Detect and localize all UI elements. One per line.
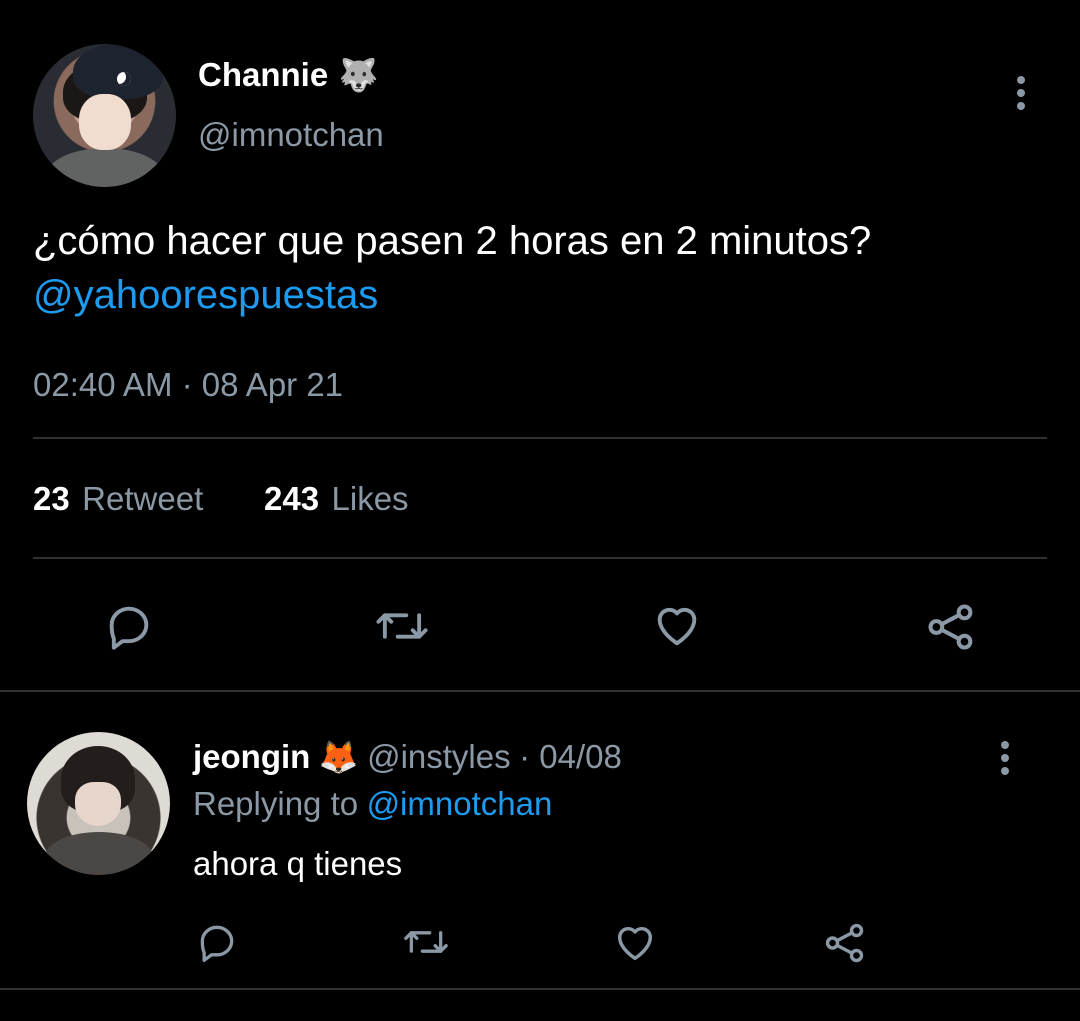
reply-date[interactable]: · 04/08: [519, 738, 622, 775]
fox-emoji-icon: 🦊: [318, 739, 359, 775]
replying-to-handle[interactable]: @imnotchan: [367, 785, 553, 822]
retweet-button[interactable]: [372, 600, 432, 652]
wolf-emoji-icon: 🐺: [338, 57, 379, 93]
reply-header: jeongin 🦊 @instyles · 04/08: [193, 738, 622, 776]
author-name[interactable]: Channie: [198, 56, 328, 93]
avatar-shirt: [45, 148, 165, 187]
reply-like-button[interactable]: [612, 920, 658, 966]
reply-author-handle[interactable]: @instyles: [367, 738, 511, 775]
share-nodes-icon: [928, 604, 973, 650]
reply-author-avatar[interactable]: [27, 732, 170, 875]
share-button[interactable]: [924, 600, 978, 654]
tweet-mention-link[interactable]: @yahoorespuestas: [33, 273, 378, 317]
reply-reply-button[interactable]: [195, 920, 239, 964]
retweet-arrows-icon: [404, 931, 448, 953]
speech-bubble-icon: [200, 925, 234, 962]
tweet-body: ¿cómo hacer que pasen 2 horas en 2 minut…: [33, 219, 872, 263]
avatar-face: [75, 782, 121, 826]
author-avatar[interactable]: [33, 44, 176, 187]
reply-more-options-icon[interactable]: [1001, 741, 1009, 780]
likes-label: Likes: [331, 480, 409, 517]
avatar-shirt: [45, 832, 153, 875]
divider: [0, 690, 1080, 692]
moon-icon: [117, 72, 131, 86]
tweet-text: ¿cómo hacer que pasen 2 horas en 2 minut…: [33, 214, 993, 322]
retweet-stat[interactable]: 23 Retweet: [33, 480, 203, 518]
reply-text: ahora q tienes: [193, 845, 403, 882]
likes-stat[interactable]: 243 Likes: [264, 480, 409, 518]
reply-author-name[interactable]: jeongin: [193, 738, 310, 775]
like-button[interactable]: [651, 600, 703, 652]
author-handle[interactable]: @imnotchan: [198, 116, 384, 154]
replying-to-line: Replying to @imnotchan: [193, 785, 552, 823]
retweet-count: 23: [33, 480, 70, 517]
author-name-row[interactable]: Channie 🐺: [198, 56, 378, 94]
avatar-face: [79, 94, 131, 150]
reply-share-button[interactable]: [822, 920, 868, 966]
replying-to-label: Replying to: [193, 785, 359, 822]
divider: [0, 988, 1080, 990]
reply-retweet-button[interactable]: [400, 920, 452, 964]
share-nodes-icon: [825, 923, 864, 963]
avatar-hat: [73, 44, 163, 99]
likes-count: 243: [264, 480, 320, 517]
more-options-icon[interactable]: [1017, 76, 1025, 115]
divider: [33, 557, 1047, 559]
reply-button[interactable]: [103, 600, 155, 652]
heart-icon: [657, 607, 697, 646]
divider: [33, 437, 1047, 439]
retweet-label: Retweet: [82, 480, 204, 517]
heart-icon: [617, 926, 653, 961]
speech-bubble-icon: [109, 606, 149, 650]
tweet-timestamp[interactable]: 02:40 AM · 08 Apr 21: [33, 366, 343, 404]
retweet-arrows-icon: [376, 613, 428, 639]
